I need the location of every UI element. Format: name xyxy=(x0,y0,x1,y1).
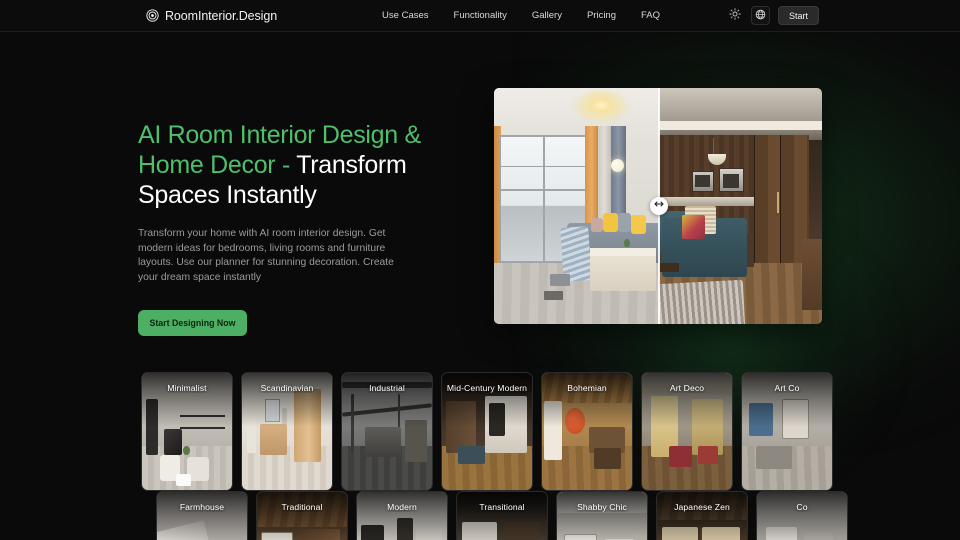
style-card-label: Modern xyxy=(387,502,417,512)
navbar: RoomInterior.Design Use Cases Functional… xyxy=(0,0,960,32)
style-card-japanese-zen[interactable]: Japanese Zen xyxy=(656,491,748,540)
language-selector-button[interactable] xyxy=(750,6,770,25)
target-circles-icon xyxy=(146,9,159,22)
style-row-1: Minimalist Scandinavian Industrial Mid-C… xyxy=(0,372,960,492)
start-button[interactable]: Start xyxy=(777,6,819,25)
style-card-label: Co xyxy=(796,502,808,512)
globe-icon xyxy=(755,7,766,25)
label-scrim xyxy=(542,373,632,427)
style-card-art-contemporary[interactable]: Art Co xyxy=(741,372,833,491)
label-scrim xyxy=(657,492,747,540)
style-card-label: Mid-Century Modern xyxy=(446,383,528,393)
style-card-label: Art Co xyxy=(774,383,800,393)
style-card-traditional[interactable]: Traditional xyxy=(256,491,348,540)
style-card-label: Industrial xyxy=(369,383,405,393)
style-card-modern[interactable]: Modern xyxy=(356,491,448,540)
style-card-mid-century-modern[interactable]: Mid-Century Modern xyxy=(441,372,533,491)
style-card-transitional[interactable]: Transitional xyxy=(456,491,548,540)
style-card-label: Shabby Chic xyxy=(577,502,627,512)
label-scrim xyxy=(642,373,732,427)
comparison-slider-handle[interactable] xyxy=(650,197,668,215)
label-scrim xyxy=(557,492,647,540)
label-scrim xyxy=(757,492,847,540)
navbar-actions: Start xyxy=(727,6,819,25)
style-card-label: Art Deco xyxy=(669,383,705,393)
style-card-coastal[interactable]: Co xyxy=(756,491,848,540)
left-right-arrows-icon xyxy=(653,197,665,215)
style-card-bohemian[interactable]: Bohemian xyxy=(541,372,633,491)
after-image-pane xyxy=(659,88,822,324)
style-card-label: Traditional xyxy=(281,502,323,512)
hero-text-block: AI Room Interior Design & Home Decor - T… xyxy=(138,120,468,337)
label-scrim xyxy=(442,373,532,427)
page-title: AI Room Interior Design & Home Decor - T… xyxy=(138,120,468,210)
style-card-minimalist[interactable]: Minimalist xyxy=(141,372,233,491)
before-after-comparison[interactable] xyxy=(494,88,822,324)
style-card-farmhouse[interactable]: Farmhouse xyxy=(156,491,248,540)
label-scrim xyxy=(257,492,347,540)
label-scrim xyxy=(142,373,232,427)
label-scrim xyxy=(242,373,332,427)
label-scrim xyxy=(342,373,432,427)
label-scrim xyxy=(742,373,832,427)
nav-link-pricing[interactable]: Pricing xyxy=(587,10,616,21)
style-card-label: Transitional xyxy=(479,502,525,512)
brand-logo[interactable]: RoomInterior.Design xyxy=(146,9,277,23)
page-root: RoomInterior.Design Use Cases Functional… xyxy=(0,0,960,540)
before-image-pane xyxy=(494,88,659,324)
living-room-dark-wood-scene xyxy=(659,88,822,324)
style-row-2: Farmhouse Traditional Modern Transitiona… xyxy=(0,491,960,540)
nav-link-use-cases[interactable]: Use Cases xyxy=(382,10,428,21)
sun-icon xyxy=(729,7,741,25)
nav-links: Use Cases Functionality Gallery Pricing … xyxy=(382,10,660,21)
style-card-label: Farmhouse xyxy=(179,502,225,512)
style-card-label: Japanese Zen xyxy=(674,502,730,512)
style-card-industrial[interactable]: Industrial xyxy=(341,372,433,491)
style-card-rows: Minimalist Scandinavian Industrial Mid-C… xyxy=(0,372,960,540)
hero-subtext: Transform your home with AI room interio… xyxy=(138,228,394,283)
style-card-shabby-chic[interactable]: Shabby Chic xyxy=(556,491,648,540)
style-card-art-deco[interactable]: Art Deco xyxy=(641,372,733,491)
theme-toggle-button[interactable] xyxy=(727,7,743,25)
label-scrim xyxy=(457,492,547,540)
start-designing-button[interactable]: Start Designing Now xyxy=(138,310,247,337)
nav-link-faq[interactable]: FAQ xyxy=(641,10,660,21)
nav-link-functionality[interactable]: Functionality xyxy=(454,10,507,21)
label-scrim xyxy=(157,492,247,540)
style-card-scandinavian[interactable]: Scandinavian xyxy=(241,372,333,491)
style-card-label: Bohemian xyxy=(567,383,607,393)
style-card-label: Scandinavian xyxy=(260,383,314,393)
label-scrim xyxy=(357,492,447,540)
brand-name: RoomInterior.Design xyxy=(165,8,278,23)
nav-link-gallery[interactable]: Gallery xyxy=(532,10,562,21)
living-room-bright-scene xyxy=(494,88,659,324)
style-card-label: Minimalist xyxy=(167,383,207,393)
